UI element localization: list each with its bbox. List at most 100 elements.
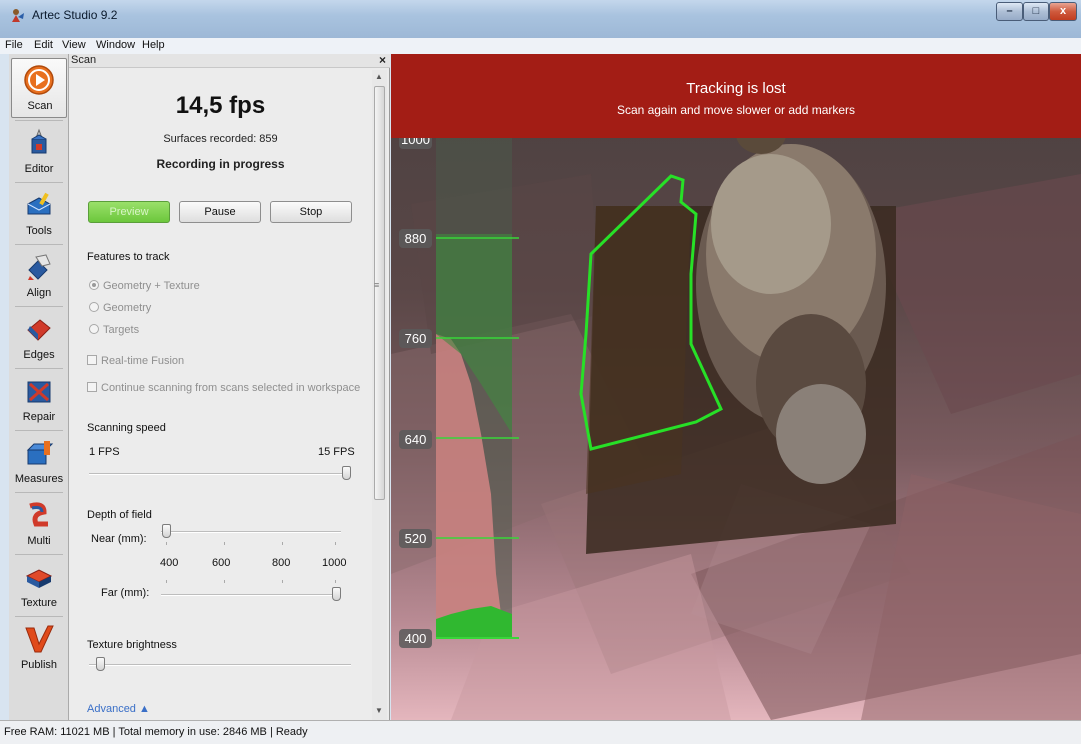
checkbox-label: Real-time Fusion <box>101 355 185 367</box>
scan-scene <box>391 114 1081 720</box>
tool-label: Scan <box>27 100 53 112</box>
menu-window[interactable]: Window <box>96 39 135 51</box>
repair-icon <box>27 381 51 403</box>
radio-icon <box>89 280 99 290</box>
status-text: Free RAM: 11021 MB | Total memory in use… <box>4 726 308 738</box>
radio-icon <box>89 324 99 334</box>
tool-repair[interactable]: Repair <box>9 370 69 430</box>
scale-tick <box>166 580 167 583</box>
depth-label-760: 760 <box>399 329 432 348</box>
menu-edit[interactable]: Edit <box>34 39 53 51</box>
depth-of-field-heading: Depth of field <box>87 509 152 521</box>
tool-edges[interactable]: Edges <box>9 308 69 368</box>
far-slider-track[interactable] <box>161 594 341 596</box>
maximize-button[interactable]: □ <box>1023 2 1049 21</box>
stop-button[interactable]: Stop <box>270 201 352 223</box>
tool-tools[interactable]: Tools <box>9 184 69 244</box>
banner-subtitle: Scan again and move slower or add marker… <box>616 103 856 117</box>
realtime-fusion-checkbox[interactable]: Real-time Fusion <box>87 355 184 367</box>
tool-measures[interactable]: Measures <box>9 432 69 492</box>
checkbox-label: Continue scanning from scans selected in… <box>101 382 361 394</box>
tool-label: Editor <box>24 163 54 175</box>
tool-divider <box>15 492 63 493</box>
scale-label: 1000 <box>322 557 347 569</box>
panel-scrollbar[interactable]: ▲ ≡ ▼ <box>372 70 387 720</box>
tool-scan[interactable]: Scan <box>11 58 67 118</box>
scale-label: 800 <box>272 557 291 569</box>
brightness-slider-thumb[interactable] <box>96 657 105 671</box>
app-window: Artec Studio 9.2 – □ x File Edit View Wi… <box>0 0 1081 744</box>
continue-scanning-checkbox[interactable]: Continue scanning from scans selected in… <box>87 382 360 394</box>
tool-divider <box>15 182 63 183</box>
close-window-button[interactable]: x <box>1049 2 1077 21</box>
depth-label-640: 640 <box>399 430 432 449</box>
far-label: Far (mm): <box>101 587 150 599</box>
editor-icon <box>31 128 47 154</box>
radio-geometry-texture[interactable]: Geometry + Texture <box>89 280 200 292</box>
tool-align[interactable]: Align <box>9 246 69 306</box>
far-slider-thumb[interactable] <box>332 587 341 601</box>
panel-header: Scan × <box>69 53 390 68</box>
scan-panel: Scan × 14,5 fps Surfaces recorded: 859 R… <box>69 53 390 720</box>
near-label: Near (mm): <box>91 533 147 545</box>
speed-max-label: 15 FPS <box>318 446 355 458</box>
advanced-toggle[interactable]: Advanced ▲ <box>87 703 150 715</box>
scrollbar-thumb[interactable] <box>374 86 385 500</box>
near-slider-thumb[interactable] <box>162 524 171 538</box>
scale-tick <box>335 580 336 583</box>
speed-min-label: 1 FPS <box>89 446 120 458</box>
radio-targets[interactable]: Targets <box>89 324 139 336</box>
banner-title: Tracking is lost <box>686 80 786 97</box>
panel-close-button[interactable]: × <box>379 53 386 67</box>
radio-icon <box>89 302 99 312</box>
scanning-speed-heading: Scanning speed <box>87 422 166 434</box>
artec-logo-icon <box>12 9 24 22</box>
scale-tick <box>166 542 167 545</box>
tool-divider <box>15 306 63 307</box>
menu-file[interactable]: File <box>5 39 23 51</box>
depth-label-520: 520 <box>399 529 432 548</box>
tool-divider <box>15 368 63 369</box>
scroll-up-arrow-icon[interactable]: ▲ <box>375 72 383 81</box>
tool-divider <box>15 554 63 555</box>
recording-status: Recording in progress <box>156 157 285 171</box>
tool-label: Repair <box>22 411 56 423</box>
tool-texture[interactable]: Texture <box>9 556 69 616</box>
publish-icon <box>25 625 54 653</box>
checkbox-icon <box>87 382 97 392</box>
scale-tick <box>282 580 283 583</box>
menu-bar: File Edit View Window Help <box>0 38 1081 54</box>
speed-slider-track[interactable] <box>89 473 351 475</box>
brightness-slider-track[interactable] <box>89 664 351 666</box>
tool-divider <box>15 616 63 617</box>
tool-publish[interactable]: Publish <box>9 618 69 678</box>
splitter-grip-icon[interactable]: ≡ <box>374 280 379 290</box>
menu-view[interactable]: View <box>62 39 86 51</box>
minimize-button[interactable]: – <box>996 2 1023 21</box>
speed-slider-thumb[interactable] <box>342 466 351 480</box>
window-title: Artec Studio 9.2 <box>32 8 118 22</box>
radio-geometry[interactable]: Geometry <box>89 302 151 314</box>
scale-tick <box>224 580 225 583</box>
menu-help[interactable]: Help <box>142 39 165 51</box>
fps-readout: 14,5 fps <box>175 92 266 119</box>
radio-label: Geometry <box>103 302 152 314</box>
measures-icon <box>26 441 54 465</box>
title-bar: Artec Studio 9.2 – □ x <box>0 0 1081 38</box>
tool-divider <box>15 430 63 431</box>
tool-label: Publish <box>20 659 58 671</box>
tool-editor[interactable]: Editor <box>9 122 69 182</box>
tool-label: Measures <box>14 473 64 485</box>
scroll-down-arrow-icon[interactable]: ▼ <box>375 706 383 715</box>
panel-title: Scan <box>71 54 97 66</box>
depth-label-400: 400 <box>399 629 432 648</box>
pause-button[interactable]: Pause <box>179 201 261 223</box>
tools-icon <box>27 192 51 215</box>
align-icon <box>28 254 51 280</box>
3d-viewport[interactable]: 1000 880 760 640 520 400 Tracking is los… <box>391 54 1081 720</box>
scan-play-icon <box>24 65 54 95</box>
near-slider-track[interactable] <box>161 531 341 533</box>
tool-multi[interactable]: Multi <box>9 494 69 554</box>
radio-label: Geometry + Texture <box>103 280 200 292</box>
preview-button[interactable]: Preview <box>88 201 170 223</box>
